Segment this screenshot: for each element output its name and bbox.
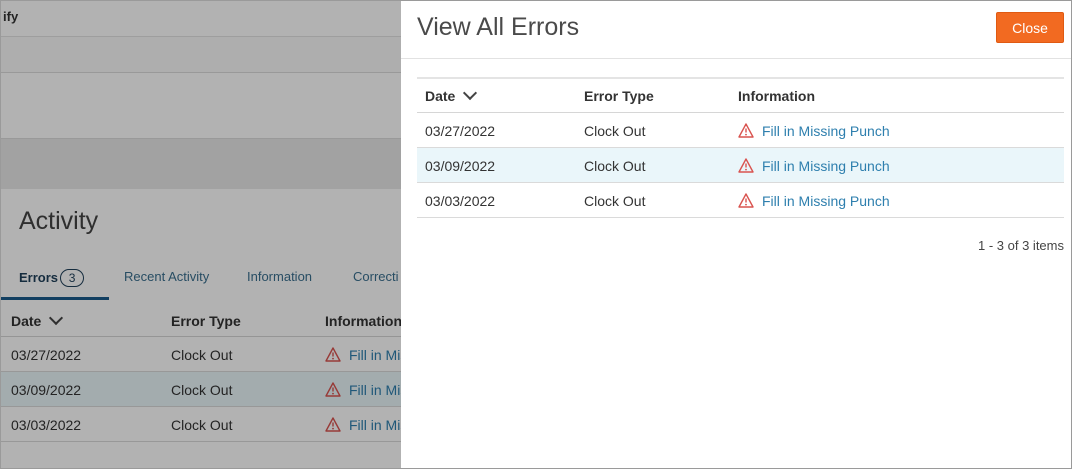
screen-frame: ify Activity Errors 3 Recent Activity Inf… (0, 0, 1072, 469)
column-header-error-type: Error Type (584, 88, 654, 104)
table-row: 03/09/2022 Clock Out Fill in Missing Pun… (417, 148, 1064, 183)
warning-triangle-icon (738, 123, 754, 138)
close-button[interactable]: Close (996, 12, 1064, 43)
modal-backdrop[interactable] (1, 1, 401, 468)
pagination-summary: 1 - 3 of 3 items (978, 238, 1064, 253)
column-header-date[interactable]: Date (425, 85, 478, 104)
background-page: ify Activity Errors 3 Recent Activity Inf… (1, 1, 401, 468)
row-date: 03/03/2022 (425, 193, 496, 209)
warning-triangle-icon (738, 193, 754, 208)
table-row: 03/27/2022 Clock Out Fill in Missing Pun… (417, 113, 1064, 148)
row-error-type: Clock Out (584, 193, 646, 209)
view-all-errors-panel: View All Errors Close Date Error Type In… (401, 1, 1071, 468)
errors-table: Date Error Type Information 03/27/2022 C… (417, 77, 1064, 218)
divider (401, 58, 1071, 59)
fill-missing-punch-link[interactable]: Fill in Missing Punch (738, 158, 890, 174)
row-error-type: Clock Out (584, 123, 646, 139)
row-date: 03/09/2022 (425, 158, 496, 174)
warning-triangle-icon (738, 158, 754, 173)
errors-table-header: Date Error Type Information (417, 77, 1064, 113)
fill-missing-punch-link[interactable]: Fill in Missing Punch (738, 123, 890, 139)
column-header-information: Information (738, 88, 815, 104)
row-error-type: Clock Out (584, 158, 646, 174)
panel-title: View All Errors (417, 13, 580, 41)
chevron-down-icon (463, 85, 478, 101)
fill-missing-punch-link[interactable]: Fill in Missing Punch (738, 193, 890, 209)
table-row: 03/03/2022 Clock Out Fill in Missing Pun… (417, 183, 1064, 218)
row-date: 03/27/2022 (425, 123, 496, 139)
